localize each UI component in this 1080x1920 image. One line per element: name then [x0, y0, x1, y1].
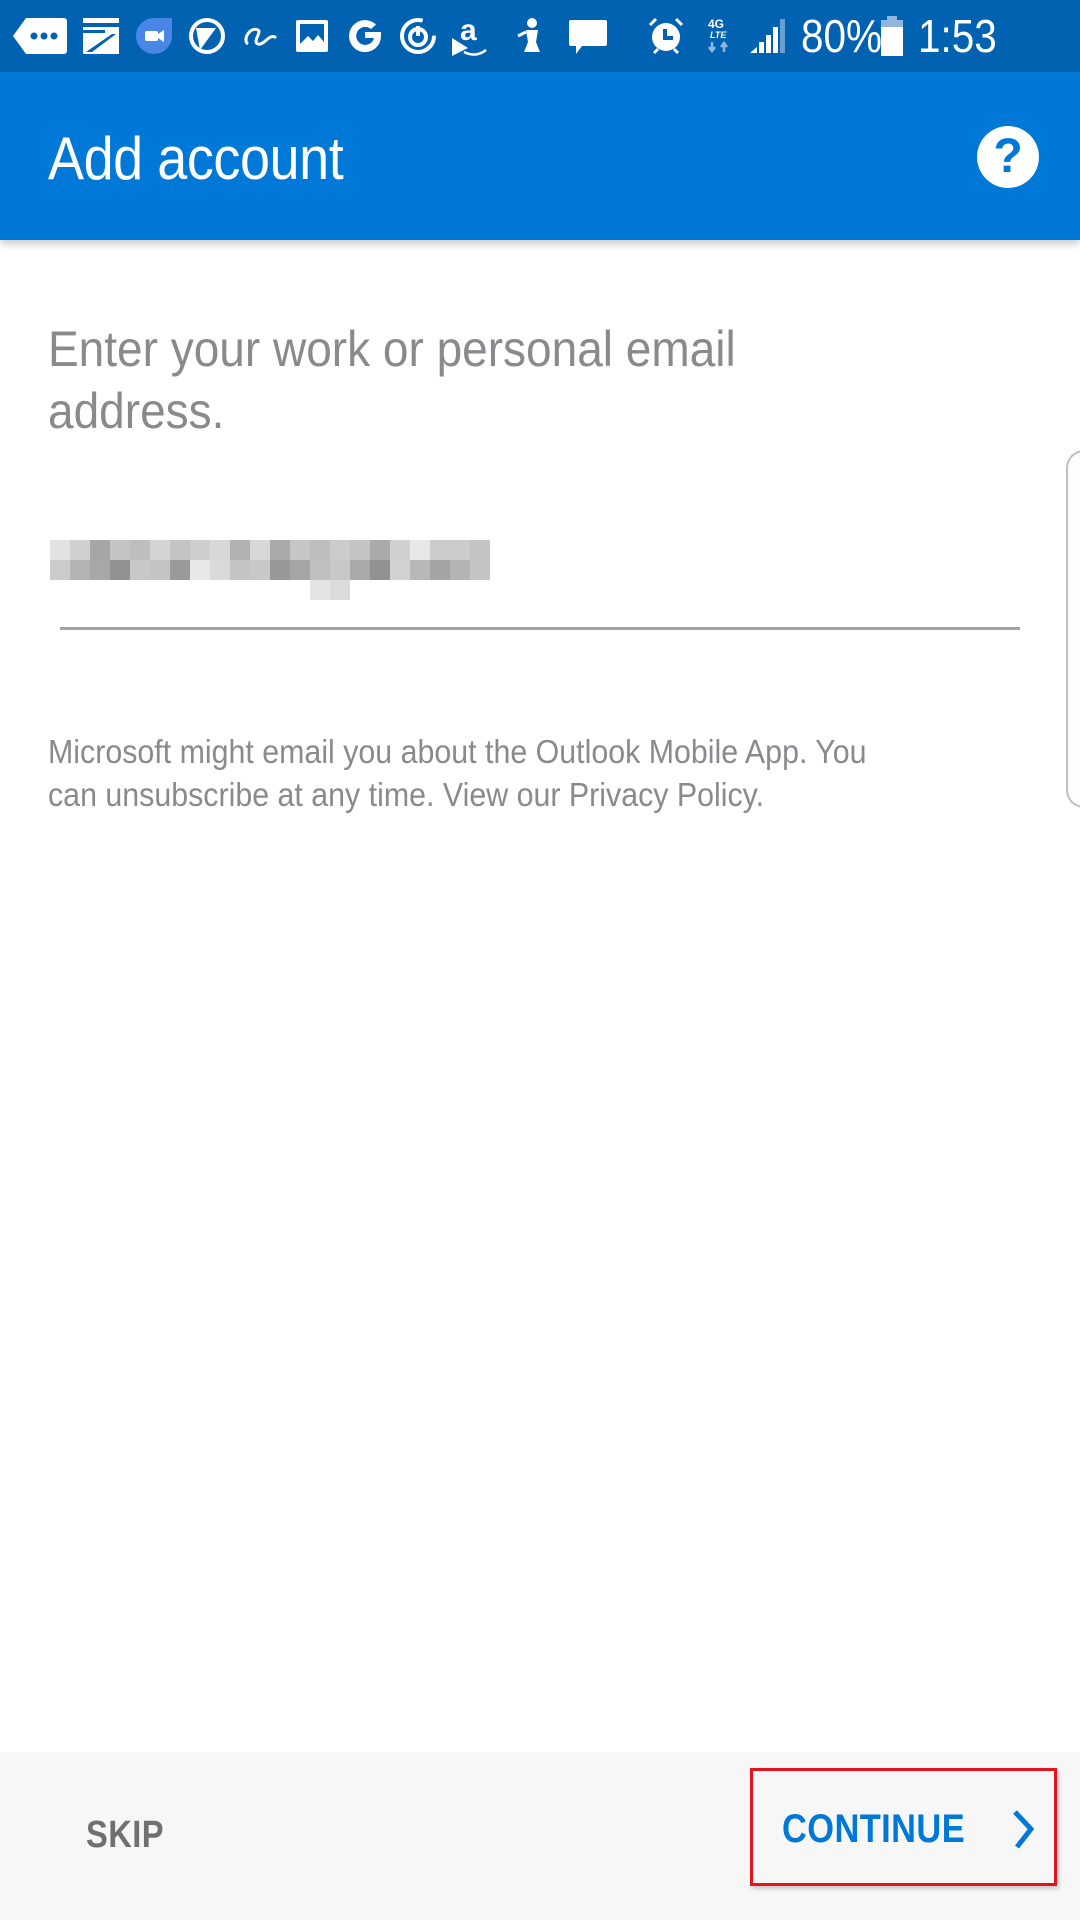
continue-label: CONTINUE — [782, 1807, 966, 1851]
redaction-pixel — [410, 540, 430, 560]
marketing-disclaimer: Microsoft might email you about the Outl… — [48, 730, 922, 816]
redaction-pixel — [130, 540, 150, 560]
disclaimer-end: . — [755, 776, 765, 813]
redaction-pixel — [350, 540, 370, 560]
svg-text:LTE: LTE — [710, 30, 727, 40]
redaction-pixel — [90, 560, 110, 580]
redaction-pixel — [50, 540, 70, 560]
footer-bar: SKIP CONTINUE — [0, 1752, 1080, 1920]
signal-icon — [748, 14, 786, 58]
battery-icon — [880, 14, 904, 58]
svg-text:4G: 4G — [708, 17, 724, 31]
email-field-underline — [60, 627, 1020, 630]
redaction-pixel — [50, 560, 70, 580]
amazon-icon: a — [450, 14, 490, 58]
fitness-icon — [514, 14, 546, 58]
continue-button[interactable]: CONTINUE — [750, 1768, 1057, 1886]
email-value-redacted — [50, 520, 492, 602]
redaction-pixel — [330, 560, 350, 580]
status-bar: a 4GLTE 80% 1:53 PM — [0, 0, 1080, 118]
redaction-pixel — [310, 560, 330, 580]
redaction-pixel — [190, 560, 210, 580]
redaction-pixel — [150, 560, 170, 580]
redaction-pixel — [390, 540, 410, 560]
redaction-pixel — [470, 540, 490, 560]
help-icon: ? — [993, 130, 1023, 183]
skip-button[interactable]: SKIP — [86, 1807, 164, 1863]
email-prompt-heading: Enter your work or personal email addres… — [48, 321, 736, 439]
app-bar: Add account ? — [0, 72, 1080, 240]
redaction-pixel — [450, 560, 470, 580]
message-icon — [568, 14, 608, 58]
email-field[interactable] — [48, 505, 1026, 630]
svg-text:a: a — [460, 14, 477, 47]
redaction-pixel — [70, 540, 90, 560]
redaction-pixel — [190, 540, 210, 560]
redaction-pixel — [450, 540, 470, 560]
redaction-pixel — [370, 540, 390, 560]
redaction-pixel — [110, 560, 130, 580]
app-circle-icon — [188, 14, 226, 58]
redaction-pixel — [210, 540, 230, 560]
privacy-policy-link[interactable]: Privacy Policy — [569, 776, 756, 813]
cast-screen-icon — [82, 14, 120, 58]
redaction-pixel — [130, 560, 150, 580]
redaction-pixel — [330, 580, 350, 600]
redaction-pixel — [230, 560, 250, 580]
redaction-pixel — [270, 540, 290, 560]
redaction-pixel — [210, 560, 230, 580]
google-duo-icon — [134, 14, 174, 58]
redaction-pixel — [290, 540, 310, 560]
redaction-pixel — [290, 560, 310, 580]
redaction-pixel — [250, 560, 270, 580]
redaction-pixel — [90, 540, 110, 560]
alibaba-icon — [240, 14, 280, 58]
redaction-pixel — [270, 560, 290, 580]
redaction-pixel — [230, 540, 250, 560]
page-title: Add account — [48, 125, 344, 192]
redaction-pixel — [470, 560, 490, 580]
gallery-icon — [294, 14, 330, 58]
power-app-icon — [398, 14, 438, 58]
redaction-pixel — [430, 560, 450, 580]
alarm-icon — [646, 14, 686, 58]
help-button[interactable]: ? — [977, 126, 1039, 188]
google-icon — [344, 14, 386, 58]
redaction-pixel — [390, 560, 410, 580]
redaction-pixel — [430, 540, 450, 560]
redaction-pixel — [310, 580, 330, 600]
redaction-pixel — [250, 540, 270, 560]
redaction-pixel — [310, 540, 330, 560]
4g-lte-icon: 4G LTE — [706, 14, 734, 58]
redaction-pixel — [110, 540, 130, 560]
battery-percent: 80% — [801, 10, 883, 62]
redaction-pixel — [350, 560, 370, 580]
redaction-pixel — [370, 560, 390, 580]
redaction-pixel — [330, 540, 350, 560]
redaction-pixel — [150, 540, 170, 560]
edge-panel-handle[interactable] — [1066, 450, 1080, 808]
redaction-pixel — [170, 540, 190, 560]
more-notifications-icon — [12, 14, 68, 58]
redaction-pixel — [70, 560, 90, 580]
redaction-pixel — [170, 560, 190, 580]
redaction-pixel — [410, 560, 430, 580]
chevron-right-icon — [1011, 1809, 1035, 1854]
